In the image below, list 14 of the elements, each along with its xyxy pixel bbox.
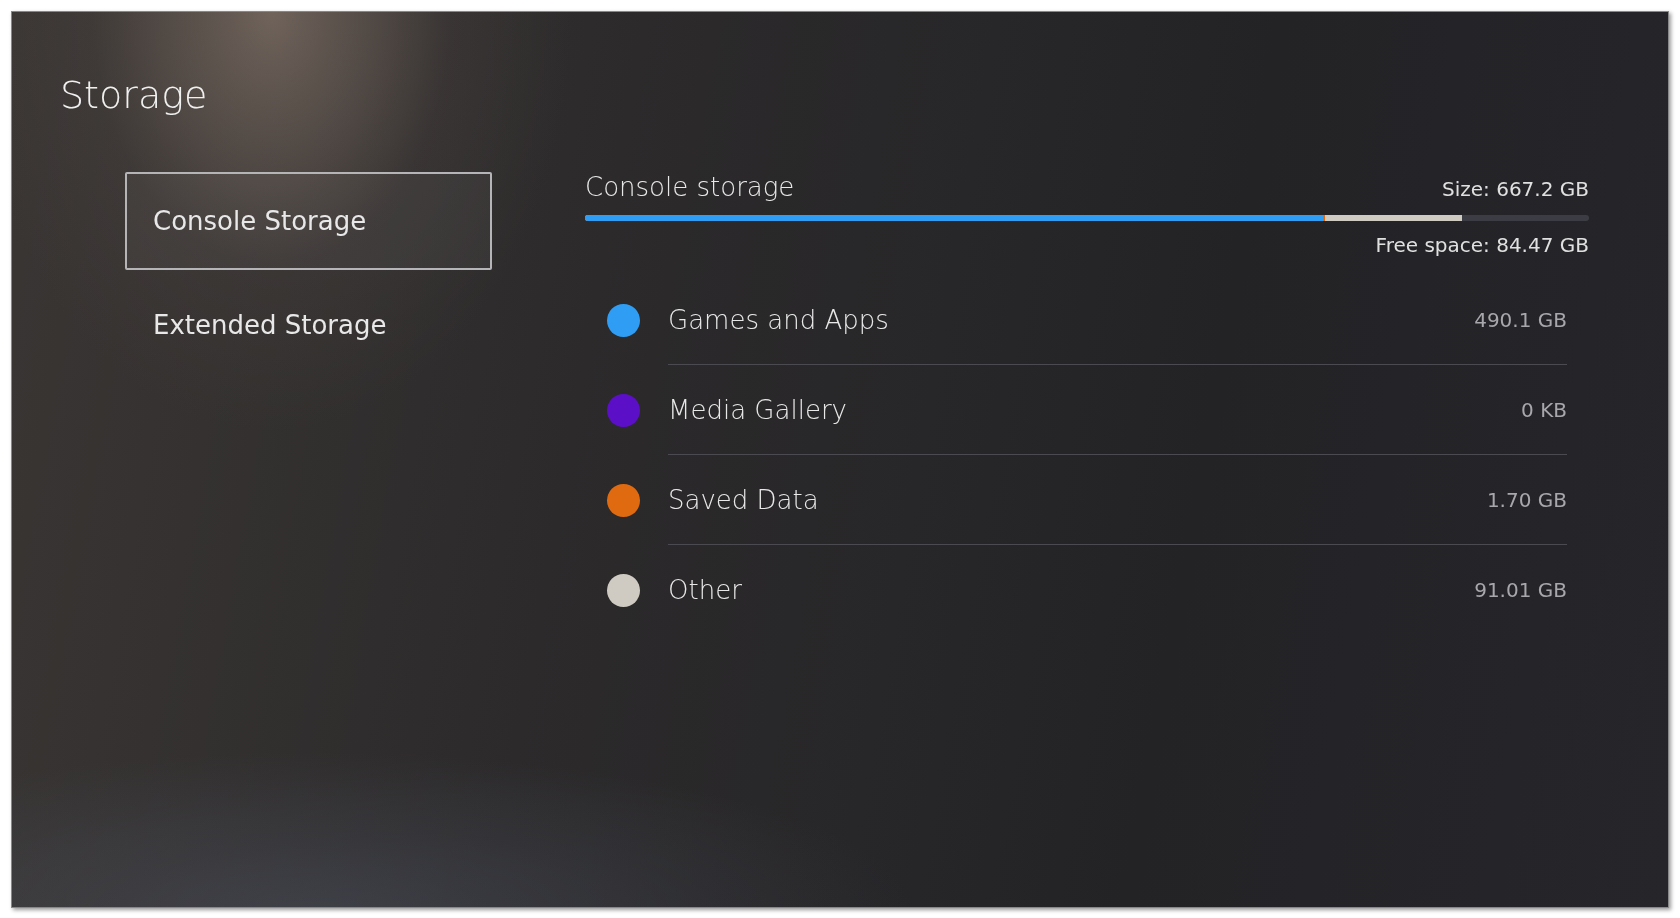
category-size: 490.1 GB: [1474, 307, 1567, 332]
section-title: Console storage: [585, 172, 795, 202]
sidebar-tab[interactable]: Extended Storage: [125, 276, 492, 374]
category-size: 91.01 GB: [1474, 578, 1567, 602]
category-name: Media Gallery: [668, 394, 847, 425]
category-name: Saved Data: [668, 484, 819, 515]
size-label: Size: 667.2 GB: [1442, 177, 1589, 201]
category-size: 0 KB: [1521, 397, 1567, 422]
free-space-label: Free space: 84.47 GB: [1375, 233, 1589, 257]
page-title: Storage: [60, 76, 209, 114]
sidebar-tab[interactable]: Console Storage: [125, 172, 492, 270]
category-name: Other: [668, 575, 742, 605]
category-name: Games and Apps: [668, 304, 889, 335]
category-size: 1.70 GB: [1486, 487, 1567, 512]
